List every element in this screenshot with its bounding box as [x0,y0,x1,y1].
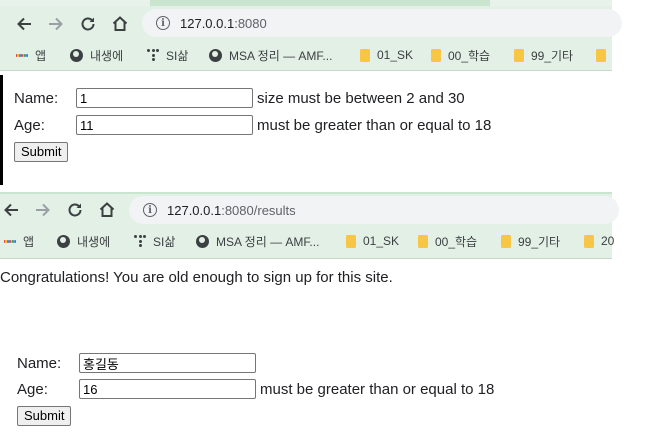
bookmark-label: 00_학습 [448,48,491,63]
bookmark-label: 01_SK [377,48,414,62]
bookmarks-bar: 앱 내생에 SI삶 MSA 정리 — AMF... 01_SK 00_학습 99… [0,224,614,259]
home-button[interactable] [96,199,118,221]
name-input[interactable] [76,88,253,108]
name-error-message: size must be between 2 and 30 [257,89,465,107]
bookmark-item[interactable]: SI삶 [147,40,188,70]
folder-icon [418,234,428,248]
form-page: Name: size must be between 2 and 30 Age:… [0,76,612,190]
browser-window-form: i 127.0.0.1:8080 앱 내생에 SI삶 MSA 정리 — AMF.… [0,0,622,190]
age-error-message: must be greater than or equal to 18 [260,380,495,398]
dots-icon [147,49,159,61]
success-message: Congratulations! You are old enough to s… [0,269,393,286]
site-info-icon[interactable]: i [143,203,157,217]
apps-grid-icon [4,235,16,247]
bookmark-label: 앱 [23,234,35,249]
home-icon [99,202,115,217]
bookmark-folder[interactable]: 00_학습 [431,40,490,70]
globe-icon [196,234,209,248]
browser-toolbar: i 127.0.0.1:8080/results [0,192,619,224]
bookmark-label: 앱 [35,48,47,63]
bookmark-label: 99_기타 [531,48,574,63]
bookmark-label: 내생에 [77,234,111,249]
address-bar[interactable]: i 127.0.0.1:8080 [142,9,622,37]
folder-icon [501,234,511,248]
folder-icon [596,48,606,62]
globe-icon [57,234,70,248]
forward-button[interactable] [32,199,54,221]
bookmark-label: SI삶 [153,234,176,249]
name-label: Name: [14,89,59,107]
bookmark-label: MSA 정리 — AMF... [229,48,333,63]
age-error-message: must be greater than or equal to 18 [257,116,492,134]
age-input[interactable] [76,115,253,135]
site-info-icon[interactable]: i [156,16,170,30]
reload-button[interactable] [64,199,86,221]
back-arrow-icon [4,203,18,217]
age-label: Age: [17,380,48,398]
bookmark-folder[interactable]: 20 [584,224,614,258]
bookmark-item[interactable]: 내생에 [57,224,110,258]
bookmark-item[interactable]: MSA 정리 — AMF... [196,224,319,258]
back-button[interactable] [13,13,35,35]
name-label: Name: [17,354,62,372]
back-button[interactable] [0,199,22,221]
bookmark-item[interactable]: 내생에 [70,40,123,70]
bookmark-label: 99_기타 [518,234,561,249]
home-icon [112,16,128,31]
bookmark-label: 00_학습 [435,234,478,249]
reload-button[interactable] [77,13,99,35]
globe-icon [70,48,83,62]
home-button[interactable] [109,13,131,35]
globe-icon [209,48,222,62]
results-page: Congratulations! You are old enough to s… [0,259,612,448]
bookmark-label: 20 [601,234,615,248]
folder-icon [514,48,524,62]
browser-window-results: i 127.0.0.1:8080/results 앱 내생에 SI삶 MSA 정… [0,192,619,448]
reload-icon [81,17,95,31]
url-port: :8080 [234,15,267,31]
folder-icon [360,48,370,62]
bookmark-apps[interactable]: 앱 [4,224,34,258]
url-host: 127.0.0.1 [180,15,235,31]
folder-icon [346,234,356,248]
bookmark-item[interactable]: SI삶 [134,224,175,258]
age-label: Age: [14,116,45,134]
url-path: :8080/results [221,202,296,218]
forward-arrow-icon [49,17,63,31]
forward-button[interactable] [45,13,67,35]
bookmark-apps[interactable]: 앱 [16,40,46,70]
browser-toolbar: i 127.0.0.1:8080 [0,6,622,40]
bookmark-folder[interactable] [596,40,613,70]
bookmark-folder[interactable]: 99_기타 [501,224,560,258]
bookmark-item[interactable]: MSA 정리 — AMF... [209,40,332,70]
bookmark-folder[interactable]: 00_학습 [418,224,477,258]
bookmarks-bar: 앱 내생에 SI삶 MSA 정리 — AMF... 01_SK 00_학습 99… [0,40,612,71]
bookmark-label: SI삶 [166,48,189,63]
folder-icon [584,234,594,248]
folder-icon [431,48,441,62]
back-arrow-icon [17,17,31,31]
apps-grid-icon [16,49,28,61]
address-bar[interactable]: i 127.0.0.1:8080/results [129,196,619,224]
bookmark-label: MSA 정리 — AMF... [216,234,320,249]
submit-button[interactable]: Submit [14,142,69,162]
url-host: 127.0.0.1 [167,202,222,218]
forward-arrow-icon [36,203,50,217]
bookmark-label: 내생에 [90,48,124,63]
age-input[interactable] [79,379,256,399]
bookmark-folder[interactable]: 01_SK [346,224,399,258]
dots-icon [134,235,146,247]
submit-button[interactable]: Submit [17,406,72,426]
name-input[interactable] [79,353,256,373]
bookmark-folder[interactable]: 99_기타 [514,40,573,70]
reload-icon [68,203,82,217]
bookmark-label: 01_SK [363,234,400,248]
bookmark-folder[interactable]: 01_SK [360,40,413,70]
